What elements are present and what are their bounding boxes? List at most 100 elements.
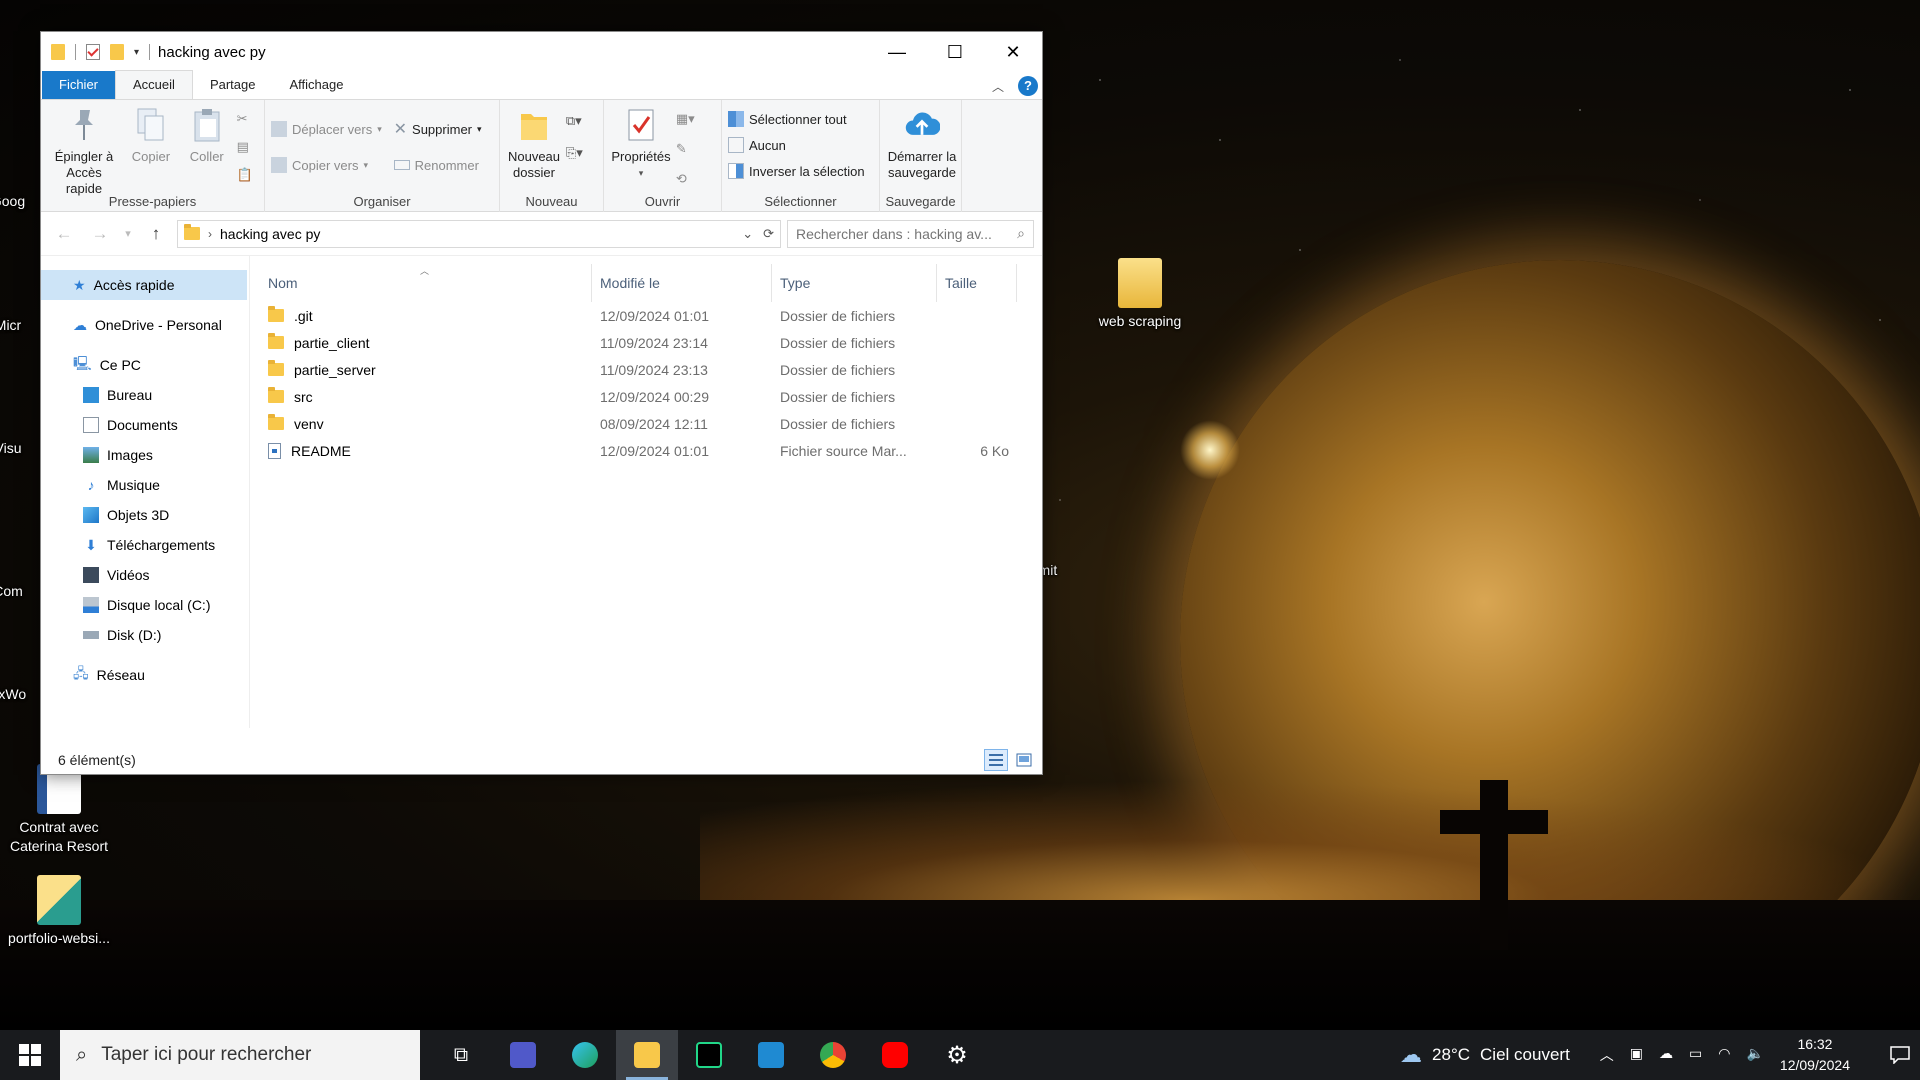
tab-affichage[interactable]: Affichage <box>272 71 360 99</box>
desktop-icon-portfolio[interactable]: portfolio-websi... <box>4 875 114 948</box>
column-header-size[interactable]: Taille <box>937 264 1017 302</box>
chrome-icon <box>820 1042 846 1068</box>
nav-item-disque-c[interactable]: Disque local (C:) <box>41 590 249 620</box>
new-folder-button[interactable]: Nouveau dossier <box>506 106 562 181</box>
notification-center-button[interactable] <box>1880 1046 1920 1064</box>
onedrive-cloud-icon[interactable]: ☁ <box>1659 1045 1673 1065</box>
clock[interactable]: 16:32 12/09/2024 <box>1780 1034 1850 1076</box>
nav-item-bureau[interactable]: Bureau <box>41 380 249 410</box>
copy-path-icon[interactable]: ▤ <box>237 136 253 158</box>
nav-item-videos[interactable]: Vidéos <box>41 560 249 590</box>
file-row[interactable]: partie_server 11/09/2024 23:13 Dossier d… <box>250 356 1042 383</box>
move-to-button[interactable]: Déplacer vers ▾ <box>271 118 382 140</box>
minimize-button[interactable]: — <box>868 32 926 72</box>
select-none-button[interactable]: Aucun <box>728 134 865 156</box>
copy-to-button[interactable]: Copier vers ▾ <box>271 154 382 176</box>
address-history-chevron-icon[interactable]: ⌄ <box>742 226 753 242</box>
close-button[interactable]: ✕ <box>984 32 1042 72</box>
back-arrow-icon[interactable]: ← <box>49 224 79 244</box>
title-bar[interactable]: ▾ hacking avec py — ☐ ✕ <box>41 32 1042 72</box>
address-bar[interactable]: › hacking avec py ⌄ ⟳ <box>177 219 781 248</box>
details-view-icon[interactable] <box>984 749 1008 771</box>
refresh-icon[interactable]: ⟳ <box>763 226 774 242</box>
file-list-pane[interactable]: ︿ Nom Modifié le Type Taille .git 12/09/… <box>250 256 1042 728</box>
search-icon[interactable]: ⌕ <box>1017 225 1025 242</box>
search-box[interactable]: ⌕ <box>787 219 1034 248</box>
easy-access-icon[interactable]: ⎘▾ <box>566 142 583 164</box>
properties-button[interactable]: Propriétés ▾ <box>610 106 672 181</box>
tab-partage[interactable]: Partage <box>193 71 273 99</box>
forward-arrow-icon[interactable]: → <box>85 224 115 244</box>
breadcrumb-separator-icon[interactable]: › <box>208 227 212 241</box>
tab-fichier[interactable]: Fichier <box>42 71 116 99</box>
start-backup-button[interactable]: Démarrer la sauvegarde <box>886 106 958 181</box>
delete-button[interactable]: ✕ Supprimer ▾ <box>394 118 482 140</box>
taskbar-settings[interactable]: ⚙ <box>926 1030 988 1080</box>
desktop-icon-web-scraping[interactable]: web scraping <box>1085 258 1195 331</box>
nav-item-documents[interactable]: Documents <box>41 410 249 440</box>
column-header-name[interactable]: ︿ Nom <box>250 264 592 302</box>
taskbar-youtube[interactable] <box>864 1030 926 1080</box>
meet-now-icon[interactable]: ▣ <box>1630 1045 1643 1065</box>
customize-toolbar-chevron-icon[interactable]: ▾ <box>134 47 139 58</box>
nav-item-images[interactable]: Images <box>41 440 249 470</box>
new-folder-quick-icon[interactable] <box>110 44 124 60</box>
paste-button[interactable]: Coller <box>181 106 233 165</box>
cut-icon[interactable]: ✂ <box>237 108 253 130</box>
select-all-button[interactable]: Sélectionner tout <box>728 108 865 130</box>
breadcrumb-current[interactable]: hacking avec py <box>220 226 320 242</box>
up-arrow-icon[interactable]: ↑ <box>141 224 171 244</box>
paste-shortcut-icon[interactable]: 📋 <box>237 164 253 186</box>
taskbar-search-box[interactable]: ⌕ Taper ici pour rechercher <box>60 1030 420 1080</box>
pin-quick-access-button[interactable]: Épingler à Accès rapide <box>47 106 121 197</box>
nav-item-quick-access[interactable]: ★ Accès rapide <box>41 270 247 300</box>
help-icon[interactable]: ? <box>1018 76 1038 96</box>
taskbar-edge[interactable] <box>554 1030 616 1080</box>
file-row[interactable]: venv 08/09/2024 12:11 Dossier de fichier… <box>250 410 1042 437</box>
recent-locations-chevron-icon[interactable]: ▾ <box>121 227 135 240</box>
new-item-icon[interactable]: ⧉▾ <box>566 110 583 132</box>
file-row[interactable]: .git 12/09/2024 01:01 Dossier de fichier… <box>250 302 1042 329</box>
file-row[interactable]: partie_client 11/09/2024 23:14 Dossier d… <box>250 329 1042 356</box>
nav-item-this-pc[interactable]: 🖳 Ce PC <box>41 350 249 380</box>
start-button[interactable] <box>0 1030 60 1080</box>
history-icon[interactable]: ⟲ <box>676 168 695 190</box>
file-row[interactable]: src 12/09/2024 00:29 Dossier de fichiers <box>250 383 1042 410</box>
nav-item-musique[interactable]: ♪ Musique <box>41 470 249 500</box>
rename-button[interactable]: Renommer <box>393 154 482 176</box>
collapse-ribbon-chevron-icon[interactable]: ︿ <box>992 78 1004 95</box>
battery-icon[interactable]: ▭ <box>1689 1045 1702 1065</box>
task-view-button[interactable]: ⧉ <box>430 1030 492 1080</box>
nav-item-reseau[interactable]: 🖧 Réseau <box>41 660 249 690</box>
navigation-pane[interactable]: ★ Accès rapide ☁ OneDrive - Personal 🖳 C… <box>41 256 250 728</box>
weather-widget[interactable]: ☁ 28°C Ciel couvert <box>1400 1042 1570 1068</box>
column-header-modified[interactable]: Modifié le <box>592 264 772 302</box>
large-icons-view-icon[interactable] <box>1012 749 1036 771</box>
nav-item-disk-d[interactable]: Disk (D:) <box>41 620 249 650</box>
nav-item-onedrive[interactable]: ☁ OneDrive - Personal <box>41 310 249 340</box>
file-row[interactable]: README 12/09/2024 01:01 Fichier source M… <box>250 437 1042 464</box>
taskbar-vscode[interactable] <box>740 1030 802 1080</box>
nav-item-objets-3d[interactable]: Objets 3D <box>41 500 249 530</box>
nav-item-telechargements[interactable]: ⬇ Téléchargements <box>41 530 249 560</box>
show-hidden-icons-chevron-icon[interactable]: ︿ <box>1600 1045 1614 1065</box>
move-to-icon <box>271 121 287 137</box>
file-modified: 11/09/2024 23:14 <box>600 334 708 351</box>
taskbar-chrome[interactable] <box>802 1030 864 1080</box>
invert-selection-button[interactable]: Inverser la sélection <box>728 160 865 182</box>
open-icon[interactable]: ▦▾ <box>676 108 695 130</box>
taskbar-pycharm[interactable] <box>678 1030 740 1080</box>
edit-icon[interactable]: ✎ <box>676 138 695 160</box>
taskbar-file-explorer[interactable] <box>616 1030 678 1080</box>
properties-check-icon[interactable] <box>86 44 100 60</box>
search-input[interactable] <box>796 225 1001 242</box>
taskbar-teams[interactable] <box>492 1030 554 1080</box>
wifi-icon[interactable]: ◠ <box>1718 1045 1730 1065</box>
tab-accueil[interactable]: Accueil <box>115 70 193 99</box>
3d-objects-icon <box>83 507 99 523</box>
maximize-button[interactable]: ☐ <box>926 32 984 72</box>
copy-button[interactable]: Copier <box>125 106 177 165</box>
desktop-icon-contrat[interactable]: Contrat avec Caterina Resort <box>4 764 114 856</box>
volume-icon[interactable]: 🔈 <box>1746 1045 1763 1065</box>
column-header-type[interactable]: Type <box>772 264 937 302</box>
